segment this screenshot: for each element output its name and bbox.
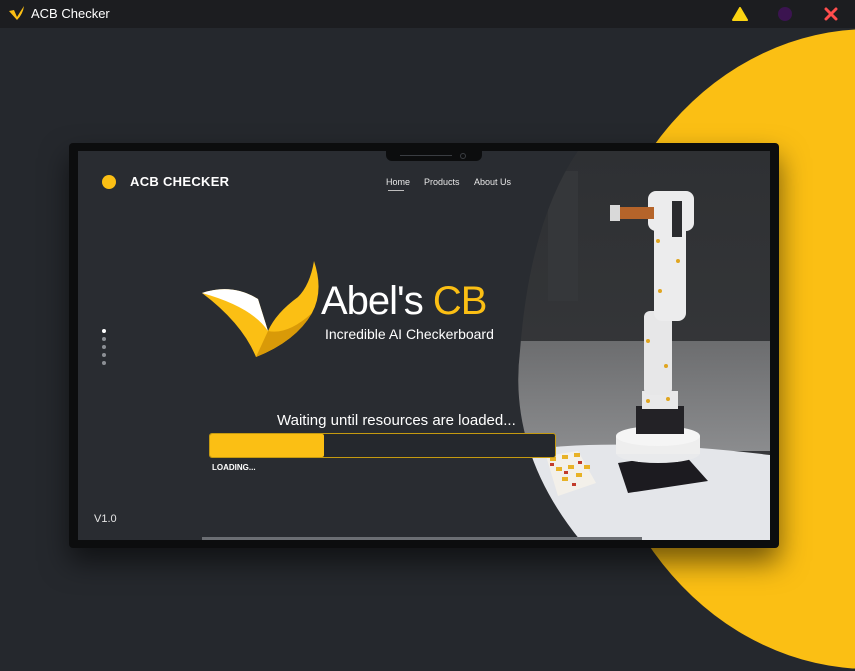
slide-dot[interactable]: [102, 361, 106, 365]
slide-dot[interactable]: [102, 353, 106, 357]
version-label: V1.0: [94, 513, 117, 525]
camera-icon: [460, 153, 466, 159]
triangle-icon: [732, 7, 748, 21]
nav-home[interactable]: Home: [386, 177, 410, 187]
slide-dot[interactable]: [102, 337, 106, 341]
nav-products[interactable]: Products: [424, 177, 460, 187]
hero-subtitle: Incredible AI Checkerboard: [325, 326, 494, 342]
loading-message: Waiting until resources are loaded...: [277, 412, 516, 429]
chevron-logo-icon: [202, 261, 319, 357]
app-canvas: ACB CHECKER Home Products About Us Abel'…: [0, 28, 855, 671]
title-bar: ACB Checker: [0, 0, 855, 28]
app-logo-icon: [9, 6, 24, 20]
brand-name: ACB CHECKER: [130, 174, 230, 189]
monitor-frame: ACB CHECKER Home Products About Us Abel'…: [69, 143, 779, 548]
hero-title: Abel's CB: [321, 279, 487, 323]
progress-fill: [210, 434, 324, 457]
nav-active-indicator: [388, 190, 404, 191]
robot-arm-image: [518, 151, 770, 540]
nav-about-us[interactable]: About Us: [474, 177, 511, 187]
window-title: ACB Checker: [31, 6, 110, 21]
minimize-button[interactable]: [730, 4, 750, 24]
slide-dot[interactable]: [102, 329, 106, 333]
circle-icon: [778, 7, 792, 21]
monitor-notch: [386, 151, 482, 161]
close-button[interactable]: [821, 4, 841, 24]
splash-screen: ACB CHECKER Home Products About Us Abel'…: [78, 151, 770, 540]
screen-bottom-strip: [202, 537, 642, 540]
slide-dot[interactable]: [102, 345, 106, 349]
close-icon: [824, 7, 838, 21]
maximize-button[interactable]: [775, 4, 795, 24]
loading-label: LOADING...: [212, 463, 256, 472]
loading-progress-bar: [209, 433, 556, 458]
brand-logo-dot: [102, 175, 116, 189]
slide-indicator[interactable]: [102, 329, 108, 369]
